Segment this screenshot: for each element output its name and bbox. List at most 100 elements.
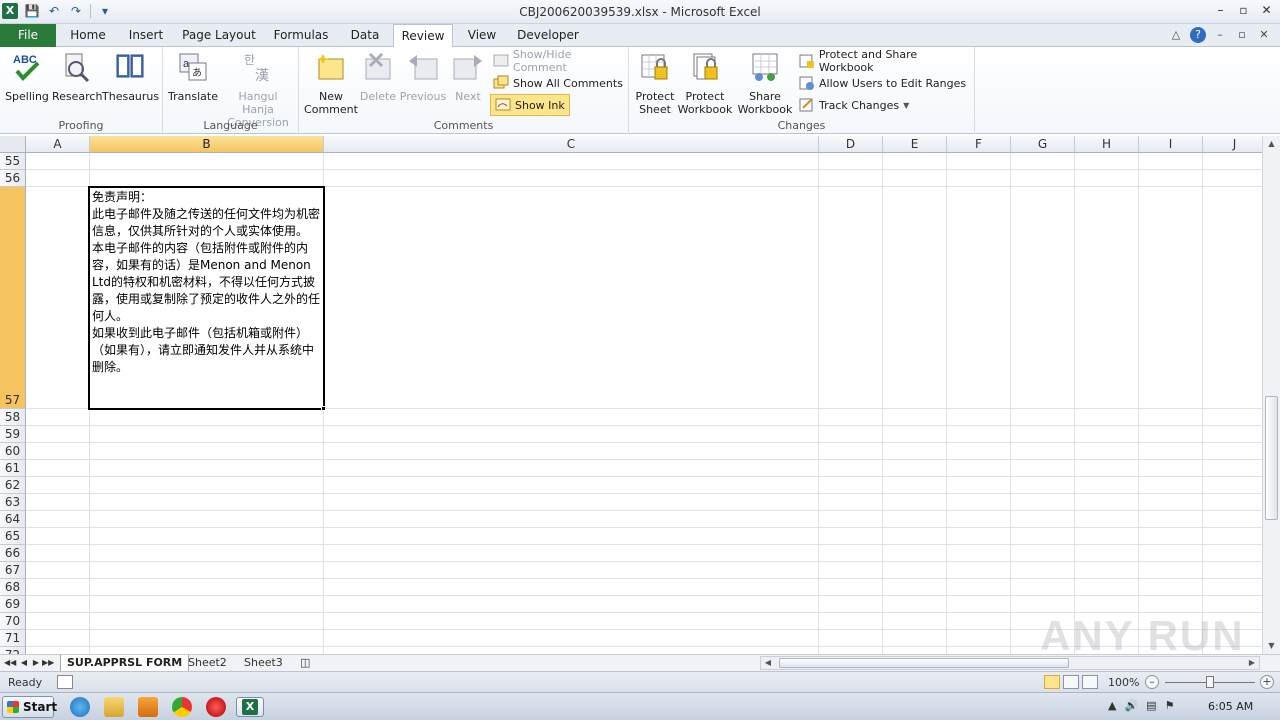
row-header[interactable]: 59 [0,426,26,443]
protect-sheet-button[interactable]: Protect Sheet [633,51,677,116]
opera-icon[interactable] [206,697,226,717]
file-explorer-icon[interactable] [104,697,124,717]
internet-explorer-icon[interactable] [70,697,90,717]
insert-sheet-icon[interactable]: ◫ [294,655,316,672]
tab-data[interactable]: Data [342,24,388,47]
start-button[interactable]: Start [2,696,57,718]
tab-formulas[interactable]: Formulas [266,24,336,47]
show-hidden-icons-icon[interactable]: ▲ [1108,699,1116,712]
protect-workbook-button[interactable]: Protect Workbook [677,51,733,116]
spelling-button[interactable]: ABC Spelling [4,51,50,103]
row-header[interactable]: 67 [0,562,26,579]
tab-file[interactable]: File [0,24,56,47]
column-header-e[interactable]: E [883,136,947,153]
zoom-in-icon[interactable]: + [1260,675,1274,689]
workbook-close-icon[interactable]: ✕ [1256,27,1272,43]
thesaurus-button[interactable]: Thesaurus [102,51,159,103]
tab-home[interactable]: Home [62,24,114,47]
tab-view[interactable]: View [460,24,504,47]
track-changes-button[interactable]: Track Changes ▼ [799,96,909,114]
row-header[interactable]: 68 [0,579,26,596]
column-header-b[interactable]: B [90,136,324,153]
spreadsheet-grid[interactable]: A B C D E F G H I J 55 56 57 58 59 60 61… [0,136,1262,654]
excel-taskbar-icon[interactable]: X [236,697,264,717]
translate-button[interactable]: a あ Translate [167,51,219,103]
previous-comment-button[interactable]: Previous [399,51,447,103]
delete-comment-button[interactable]: Delete [359,51,397,103]
row-header[interactable]: 56 [0,170,26,187]
zoom-out-icon[interactable]: – [1145,675,1159,689]
tab-insert[interactable]: Insert [120,24,172,47]
scroll-right-icon[interactable]: ▶ [1245,657,1259,669]
share-workbook-button[interactable]: Share Workbook [735,51,795,116]
column-header-j[interactable]: J [1203,136,1262,153]
help-icon[interactable]: ? [1190,27,1206,43]
scroll-down-icon[interactable]: ▼ [1263,638,1280,654]
row-header[interactable]: 65 [0,528,26,545]
new-comment-button[interactable]: New Comment [303,51,359,116]
next-comment-button[interactable]: Next [449,51,487,103]
hangul-hanja-button[interactable]: 한 漢 Hangul Hanja Conversion [221,51,295,129]
row-header[interactable]: 71 [0,630,26,647]
prev-sheet-icon[interactable]: ◀ [18,656,30,670]
sheet-tab-sup-apprsl-form[interactable]: SUP.APPRSL FORM [60,655,190,672]
normal-view-icon[interactable] [1044,675,1060,689]
row-header[interactable]: 55 [0,153,26,170]
tab-page-layout[interactable]: Page Layout [178,24,260,47]
allow-users-button[interactable]: Allow Users to Edit Ranges [799,74,966,92]
workbook-minimize-icon[interactable]: – [1212,27,1228,43]
tab-developer[interactable]: Developer [512,24,584,47]
last-sheet-icon[interactable]: ▶▶ [42,656,54,670]
page-break-view-icon[interactable] [1082,675,1098,689]
sheet-tab-sheet2[interactable]: Sheet2 [182,655,233,672]
minimize-button[interactable]: – [1209,0,1232,20]
scroll-up-icon[interactable]: ▲ [1263,136,1280,152]
maximize-button[interactable]: ▫ [1232,0,1255,20]
workbook-restore-icon[interactable]: ▫ [1234,27,1250,43]
row-header[interactable]: 62 [0,477,26,494]
row-header-selected[interactable]: 57 [0,187,26,409]
close-button[interactable]: ✕ [1255,0,1278,20]
column-header-c[interactable]: C [324,136,819,153]
macro-record-icon[interactable] [57,675,73,689]
page-layout-view-icon[interactable] [1063,675,1079,689]
volume-icon[interactable]: 🔊 [1124,699,1138,712]
row-header[interactable]: 58 [0,409,26,426]
row-header[interactable]: 66 [0,545,26,562]
column-header-g[interactable]: G [1011,136,1075,153]
network-icon[interactable]: ▤ [1146,699,1156,712]
row-header[interactable]: 72 [0,647,26,654]
select-all-corner[interactable] [0,136,26,153]
column-header-d[interactable]: D [819,136,883,153]
action-center-flag-icon[interactable]: ⚑ [1165,699,1175,712]
sheet-tab-sheet3[interactable]: Sheet3 [238,655,289,672]
protect-and-share-button[interactable]: Protect and Share Workbook [799,48,974,74]
row-header[interactable]: 69 [0,596,26,613]
first-sheet-icon[interactable]: ◀◀ [4,656,16,670]
horizontal-scroll-thumb[interactable] [779,658,1069,668]
tab-review[interactable]: Review [393,24,453,48]
column-header-f[interactable]: F [947,136,1011,153]
row-header[interactable]: 64 [0,511,26,528]
column-header-h[interactable]: H [1075,136,1139,153]
show-all-comments-button[interactable]: Show All Comments [493,74,623,92]
row-header[interactable]: 60 [0,443,26,460]
vertical-scrollbar[interactable]: ▲ ▼ [1262,136,1280,654]
media-player-icon[interactable] [138,697,158,717]
vertical-scroll-thumb[interactable] [1265,396,1278,520]
minimize-ribbon-icon[interactable]: △ [1168,27,1184,43]
row-header[interactable]: 63 [0,494,26,511]
chrome-icon[interactable] [172,697,192,717]
show-hide-comment-button[interactable]: Show/Hide Comment [493,48,628,74]
active-cell-b57[interactable]: 免责声明： 此电子邮件及随之传送的任何文件均为机密信息，仅供其所针对的个人或实体… [88,186,325,410]
column-header-i[interactable]: I [1139,136,1203,153]
column-header-a[interactable]: A [26,136,90,153]
scroll-left-icon[interactable]: ◀ [761,657,775,669]
row-header[interactable]: 61 [0,460,26,477]
research-button[interactable]: Research [52,51,102,103]
zoom-slider-knob[interactable] [1206,676,1214,688]
show-ink-button[interactable]: Show Ink [490,94,570,116]
fill-handle[interactable] [321,406,326,411]
zoom-level[interactable]: 100% [1108,676,1139,689]
next-sheet-icon[interactable]: ▶ [30,656,42,670]
